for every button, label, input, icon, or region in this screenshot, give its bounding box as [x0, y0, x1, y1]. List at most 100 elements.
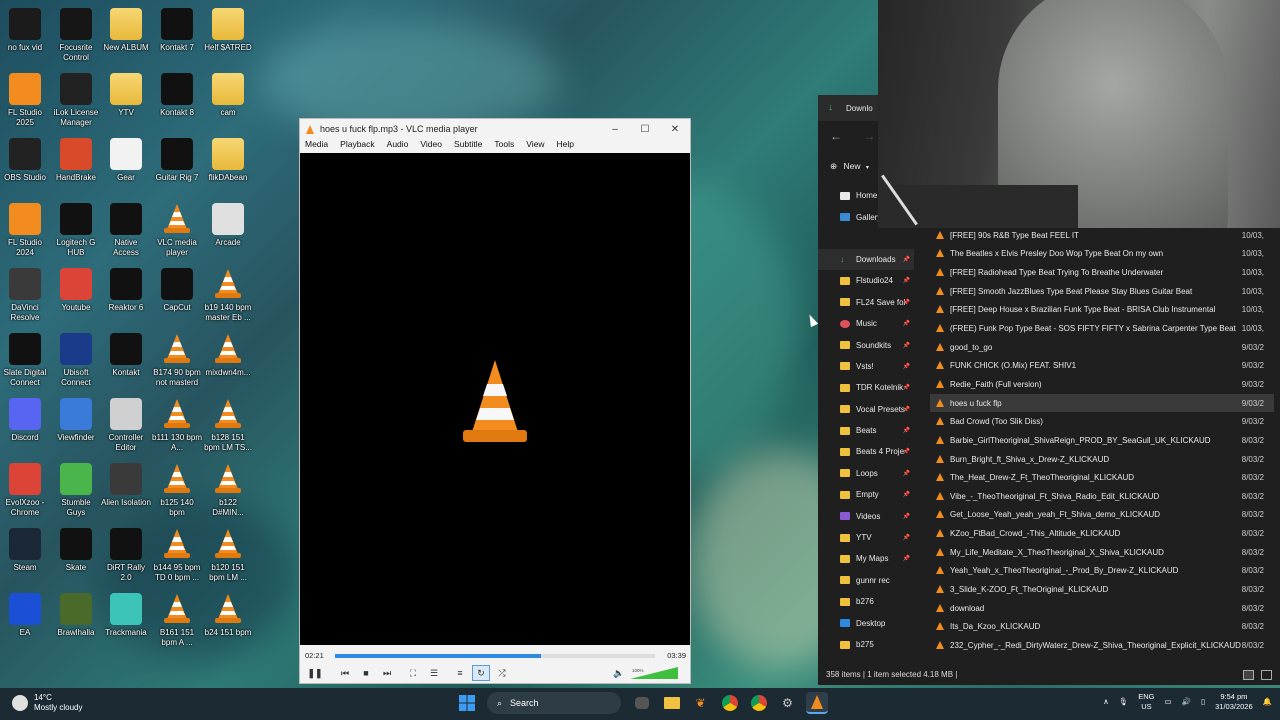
sidebar-item-fl24-save-fol[interactable]: FL24 Save fol 📌 — [818, 292, 914, 313]
desktop-icon[interactable]: b120 151 bpm LM ... — [203, 528, 253, 583]
network-icon[interactable]: ▭ — [1165, 697, 1172, 707]
desktop-icon[interactable]: Stumble Guys — [51, 463, 101, 518]
desktop-icon[interactable]: New ALBUM — [101, 8, 151, 53]
file-row[interactable]: [FREE] 90s R&B Type Beat FEEL IT 10/03, — [930, 226, 1274, 245]
desktop-icon[interactable]: b125 140 bpm — [152, 463, 202, 518]
file-explorer-taskbar-icon[interactable] — [661, 692, 683, 714]
sidebar-item-b276[interactable]: b276 — [818, 591, 914, 612]
desktop-icon[interactable]: b111 130 bpm A... — [152, 398, 202, 453]
vlc-window[interactable]: hoes u fuck flp.mp3 - VLC media player –… — [299, 118, 691, 684]
desktop-icon[interactable]: Native Access — [101, 203, 151, 258]
explorer-tab[interactable]: ↓ Downlo — [818, 95, 882, 121]
desktop-icon[interactable]: B161 151 bpm A ... — [152, 593, 202, 648]
sidebar-item-videos[interactable]: Videos 📌 — [818, 505, 914, 526]
desktop-icon[interactable]: OBS Studio — [0, 138, 50, 183]
file-row[interactable]: download 8/03/2 — [930, 599, 1274, 618]
file-row[interactable]: good_to_go 9/03/2 — [930, 338, 1274, 357]
sidebar-item-empty[interactable]: Empty 📌 — [818, 484, 914, 505]
sidebar-item-gunnr-rec[interactable]: gunnr rec — [818, 570, 914, 591]
file-row[interactable]: Barbie_GirlTheoriginal_ShivaReign_PROD_B… — [930, 431, 1274, 450]
extended-settings-button[interactable]: ☰ — [425, 665, 443, 681]
sidebar-item-music[interactable]: Music 📌 — [818, 313, 914, 334]
desktop-icon[interactable]: EvolXzoo - Chrome — [0, 463, 50, 518]
menu-help[interactable]: Help — [556, 139, 573, 153]
start-button[interactable] — [456, 692, 478, 714]
desktop-icon[interactable]: DiRT Rally 2.0 — [101, 528, 151, 583]
previous-button[interactable]: ⏮ — [336, 665, 354, 681]
sidebar-item-soundkits[interactable]: Soundkits 📌 — [818, 334, 914, 355]
desktop-icon[interactable]: mixdwn4m... — [203, 333, 253, 378]
vlc-taskbar-icon[interactable] — [805, 692, 828, 714]
desktop-icon[interactable]: Steam — [0, 528, 50, 573]
close-button[interactable]: ✕ — [660, 124, 690, 135]
file-row[interactable]: My_Life_Meditate_X_TheoTheoriginal_X_Shi… — [930, 543, 1274, 562]
menu-subtitle[interactable]: Subtitle — [454, 139, 482, 153]
desktop-icon[interactable]: Focusrite Control — [51, 8, 101, 63]
sidebar-item-my-maps[interactable]: My Maps 📌 — [818, 548, 914, 569]
desktop-icon[interactable]: b19 140 bpm master Eb ... — [203, 268, 253, 323]
desktop-icon[interactable]: B174 90 bpm not masterd — [152, 333, 202, 388]
file-row[interactable]: Vibe_-_TheoTheoriginal_Ft_Shiva_Radio_Ed… — [930, 487, 1274, 506]
fl-studio-taskbar-icon[interactable]: ❦ — [690, 692, 712, 714]
file-row[interactable]: The_Heat_Drew-Z_Ft_TheoTheoriginal_KLICK… — [930, 468, 1274, 487]
desktop-icon[interactable]: b144 95 bpm TD 0 bpm ... — [152, 528, 202, 583]
stop-button[interactable]: ■ — [357, 665, 375, 681]
file-row[interactable]: (FREE) Funk Pop Type Beat - SOS FIFTY FI… — [930, 319, 1274, 338]
next-button[interactable]: ⏭ — [378, 665, 396, 681]
sidebar-item-desktop[interactable]: Desktop — [818, 612, 914, 633]
file-row[interactable]: 232_Cypher_-_Redi_DirtyWaterz_Drew-Z_Shi… — [930, 636, 1274, 655]
desktop-icon[interactable]: EA — [0, 593, 50, 638]
desktop-icon[interactable]: Guitar Rig 7 — [152, 138, 202, 183]
sidebar-item-vsts[interactable]: Vsts! 📌 — [818, 356, 914, 377]
desktop-icon[interactable]: FL Studio 2024 — [0, 203, 50, 258]
sidebar-item-ytv[interactable]: YTV 📌 — [818, 527, 914, 548]
desktop-icon[interactable]: HandBrake — [51, 138, 101, 183]
menu-media[interactable]: Media — [305, 139, 328, 153]
maximize-button[interactable]: ☐ — [630, 124, 660, 135]
desktop-icon[interactable]: Youtube — [51, 268, 101, 313]
file-row[interactable]: Bad Crowd (Too Slik Diss) 9/03/2 — [930, 412, 1274, 431]
notification-bell-icon[interactable]: 🔔 — [1263, 697, 1272, 707]
desktop-icon[interactable]: flikDAbean — [203, 138, 253, 183]
speaker-icon[interactable]: 🔈 — [610, 665, 628, 681]
desktop-icon[interactable]: Kontakt 8 — [152, 73, 202, 118]
desktop-icon[interactable]: Skate — [51, 528, 101, 573]
desktop-icon[interactable]: Kontakt — [101, 333, 151, 378]
back-button[interactable]: ← — [830, 129, 842, 143]
desktop-icon[interactable]: Discord — [0, 398, 50, 443]
task-view-button[interactable] — [635, 697, 649, 709]
clock[interactable]: 9:54 pm 31/03/2026 — [1215, 692, 1253, 712]
file-row[interactable]: [FREE] Radiohead Type Beat Trying To Bre… — [930, 263, 1274, 282]
desktop-icon[interactable]: Arcade — [203, 203, 253, 248]
seek-bar[interactable]: 02:21 03:39 — [300, 648, 690, 662]
loop-button[interactable]: ↻ — [472, 665, 490, 681]
video-area[interactable] — [300, 153, 690, 645]
desktop-icon[interactable]: cam — [203, 73, 253, 118]
menu-tools[interactable]: Tools — [494, 139, 514, 153]
playlist-button[interactable]: ≡ — [451, 665, 469, 681]
sidebar-item-downloads[interactable]: ↓ Downloads 📌 — [818, 248, 914, 271]
desktop-icon[interactable]: Reaktor 6 — [101, 268, 151, 313]
file-row[interactable]: FUNK CHICK (O.Mix) FEAT. SHIV1 9/03/2 — [930, 356, 1274, 375]
sidebar-item-tdr-kotelnik[interactable]: TDR Kotelnik 📌 — [818, 377, 914, 398]
sidebar-item-beats-4-proje[interactable]: Beats 4 Proje 📌 — [818, 441, 914, 462]
shuffle-button[interactable]: ⤮ — [493, 665, 511, 681]
new-button[interactable]: ⊕ New ▾ — [830, 161, 869, 172]
language-indicator[interactable]: ENG US — [1138, 692, 1154, 712]
file-row[interactable]: hoes u fuck flp 9/03/2 — [930, 393, 1274, 413]
desktop-icon[interactable]: b24 151 bpm — [203, 593, 253, 638]
desktop-icon[interactable]: Trackmania — [101, 593, 151, 638]
desktop-icon[interactable]: b128 151 bpm LM TS... — [203, 398, 253, 453]
file-row[interactable]: [FREE] Deep House x Brazilian Funk Type … — [930, 301, 1274, 320]
file-row[interactable]: The Beatles x Elvis Presley Doo Wop Type… — [930, 245, 1274, 264]
vlc-titlebar[interactable]: hoes u fuck flp.mp3 - VLC media player –… — [300, 119, 690, 139]
desktop-icon[interactable]: Ubisoft Connect — [51, 333, 101, 388]
desktop-icon[interactable]: Controller Editor — [101, 398, 151, 453]
desktop-icon[interactable]: Brawlhalla — [51, 593, 101, 638]
file-row[interactable]: KZoo_FtBad_Crowd_-This_Altitude_KLICKAUD… — [930, 524, 1274, 543]
minimize-button[interactable]: – — [600, 124, 630, 135]
sidebar-item-loops[interactable]: Loops 📌 — [818, 463, 914, 484]
app-taskbar-icon[interactable]: ⚙ — [777, 692, 799, 714]
desktop-icon[interactable]: CapCut — [152, 268, 202, 313]
sidebar-item-beats[interactable]: Beats 📌 — [818, 420, 914, 441]
